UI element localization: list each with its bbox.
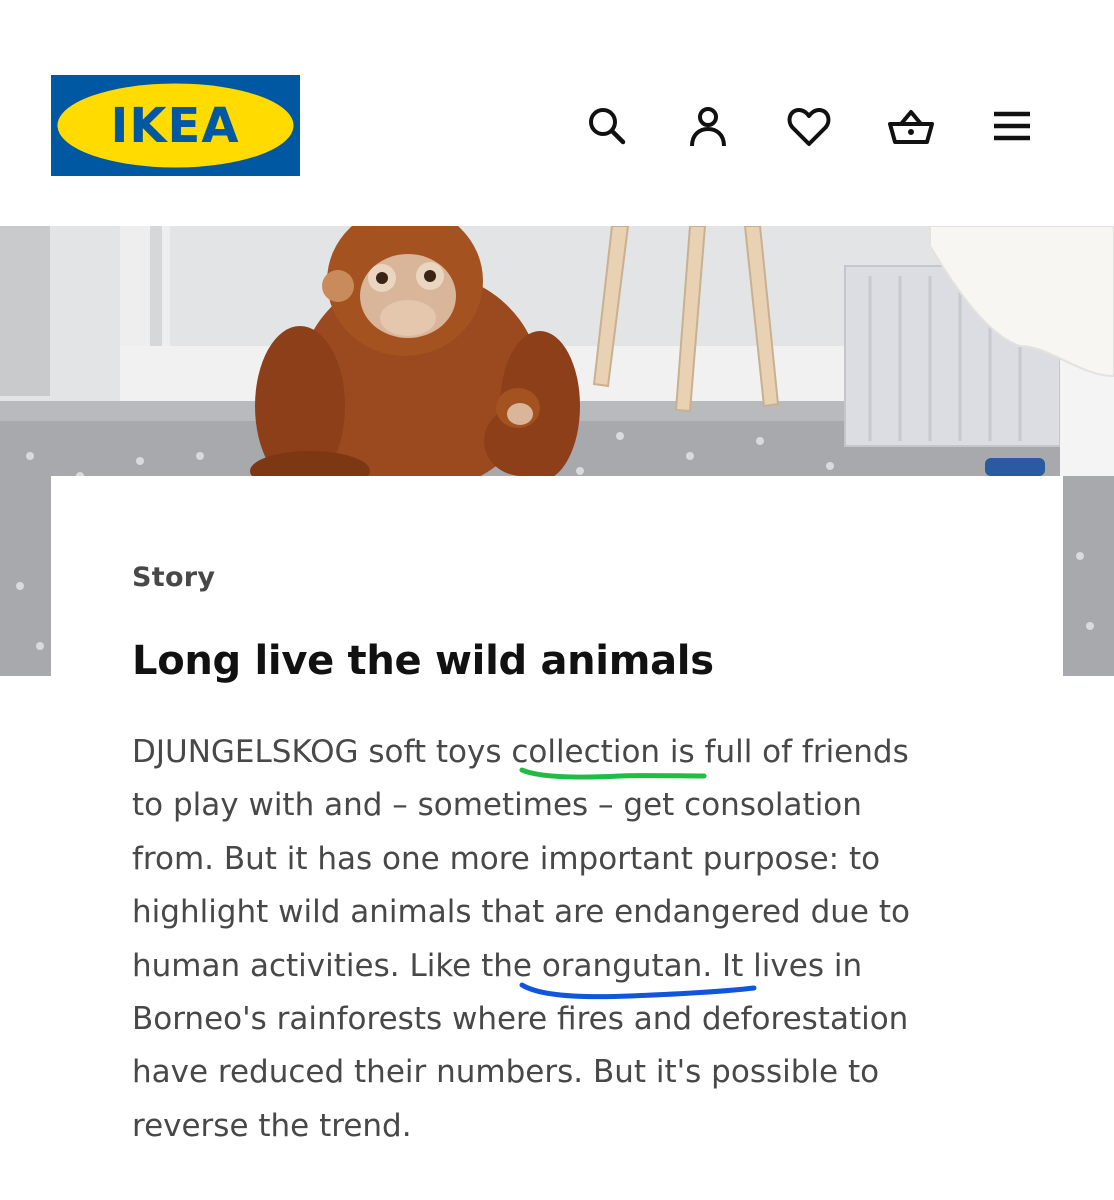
- menu-icon: [994, 111, 1030, 141]
- header-icon-bar: [0, 96, 1114, 156]
- article-body-line: highlight wild animals that are endanger…: [132, 894, 910, 931]
- article-title: Long live the wild animals: [132, 638, 714, 684]
- menu-button[interactable]: [982, 96, 1042, 156]
- basket-icon: [888, 110, 934, 144]
- article-body: DJUNGELSKOG soft toys collection is full…: [132, 726, 1002, 1153]
- account-button[interactable]: [678, 96, 738, 156]
- search-button[interactable]: [577, 96, 637, 156]
- basket-button[interactable]: [881, 96, 941, 156]
- article-body-line: reverse the trend.: [132, 1107, 412, 1144]
- article-eyebrow: Story: [132, 562, 216, 593]
- article-body-line: Borneo's rainforests where fires and def…: [132, 1001, 909, 1038]
- article-body-line: DJUNGELSKOG soft toys collection is full…: [132, 734, 909, 770]
- article-body-line: have reduced their numbers. But it's pos…: [132, 1054, 880, 1091]
- heart-icon: [787, 107, 831, 146]
- article-body-line: human activities. Like the orangutan. It…: [132, 947, 863, 984]
- favourites-button[interactable]: [779, 96, 839, 156]
- article-body-line: to play with and – sometimes – get conso…: [132, 787, 862, 824]
- article-body-line: from. But it has one more important purp…: [132, 840, 881, 877]
- site-header: IKEA: [0, 0, 1114, 226]
- account-icon: [690, 107, 726, 147]
- search-icon: [589, 108, 626, 145]
